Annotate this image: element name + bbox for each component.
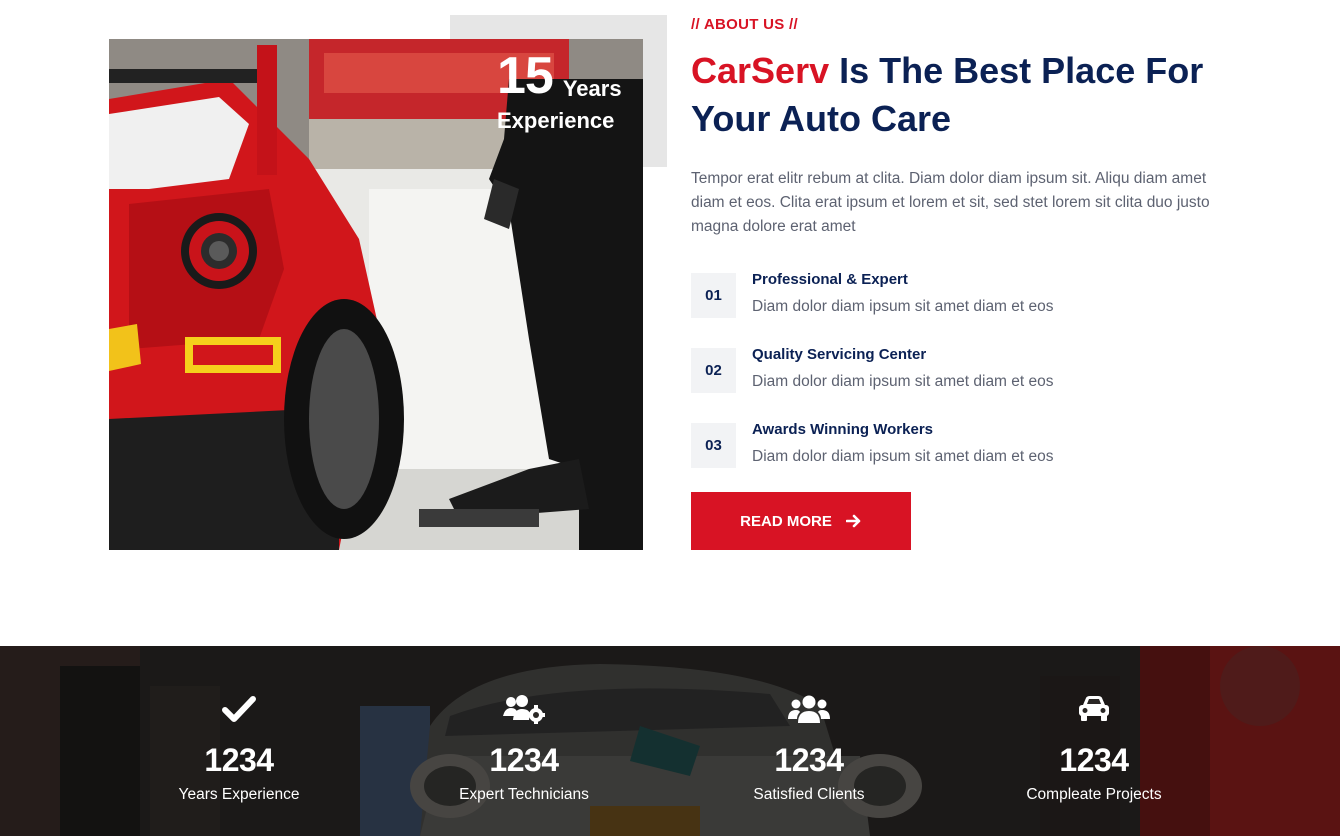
feature-item: 01 Professional & Expert Diam dolor diam… xyxy=(691,267,1231,342)
users-icon xyxy=(689,692,929,726)
facts-section: 1234 Years Experience 1234 Expert Techni… xyxy=(0,646,1340,836)
feature-title: Professional & Expert xyxy=(752,271,908,288)
experience-label: Experience xyxy=(497,108,615,133)
feature-description: Diam dolor diam ipsum sit amet diam et e… xyxy=(752,298,1054,315)
arrow-right-icon xyxy=(845,514,862,528)
feature-title: Quality Servicing Center xyxy=(752,346,927,363)
headline-brand: CarServ xyxy=(691,50,830,91)
fact-number: 1234 xyxy=(204,742,274,778)
about-section: 15 Years Experience // ABOUT US // CarSer… xyxy=(0,0,1340,646)
fact-years-experience: 1234 Years Experience xyxy=(119,646,359,804)
feature-number: 02 xyxy=(691,348,736,393)
about-content: // ABOUT US // CarServ Is The Best Place… xyxy=(691,16,1231,492)
fact-label: Satisfied Clients xyxy=(753,786,865,803)
feature-item: 02 Quality Servicing Center Diam dolor d… xyxy=(691,342,1231,417)
experience-years-word: Years xyxy=(562,76,622,101)
fact-expert-technicians: 1234 Expert Technicians xyxy=(404,646,644,804)
fact-number: 1234 xyxy=(1059,742,1129,778)
fact-complete-projects: 1234 Compleate Projects xyxy=(974,646,1214,804)
experience-years-number: 15 xyxy=(497,47,554,105)
feature-number: 03 xyxy=(691,423,736,468)
about-headline: CarServ Is The Best Place For Your Auto … xyxy=(691,47,1231,143)
feature-item: 03 Awards Winning Workers Diam dolor dia… xyxy=(691,417,1231,492)
feature-number: 01 xyxy=(691,273,736,318)
fact-satisfied-clients: 1234 Satisfied Clients xyxy=(689,646,929,804)
experience-badge: 15 Years Experience xyxy=(497,50,622,134)
feature-list: 01 Professional & Expert Diam dolor diam… xyxy=(691,267,1231,492)
users-gear-icon xyxy=(404,692,644,726)
read-more-label: READ MORE xyxy=(740,512,832,530)
fact-number: 1234 xyxy=(774,742,844,778)
feature-title: Awards Winning Workers xyxy=(752,421,934,438)
about-lead-paragraph: Tempor erat elitr rebum at clita. Diam d… xyxy=(691,170,1210,235)
fact-label: Compleate Projects xyxy=(1026,786,1162,803)
feature-description: Diam dolor diam ipsum sit amet diam et e… xyxy=(752,448,1054,465)
fact-label: Expert Technicians xyxy=(459,786,589,803)
read-more-button[interactable]: READ MORE xyxy=(691,492,911,550)
fact-label: Years Experience xyxy=(178,786,300,803)
section-eyebrow: // ABOUT US // xyxy=(691,16,798,33)
check-icon xyxy=(119,692,359,726)
feature-description: Diam dolor diam ipsum sit amet diam et e… xyxy=(752,373,1054,390)
fact-number: 1234 xyxy=(489,742,559,778)
car-icon xyxy=(974,692,1214,726)
